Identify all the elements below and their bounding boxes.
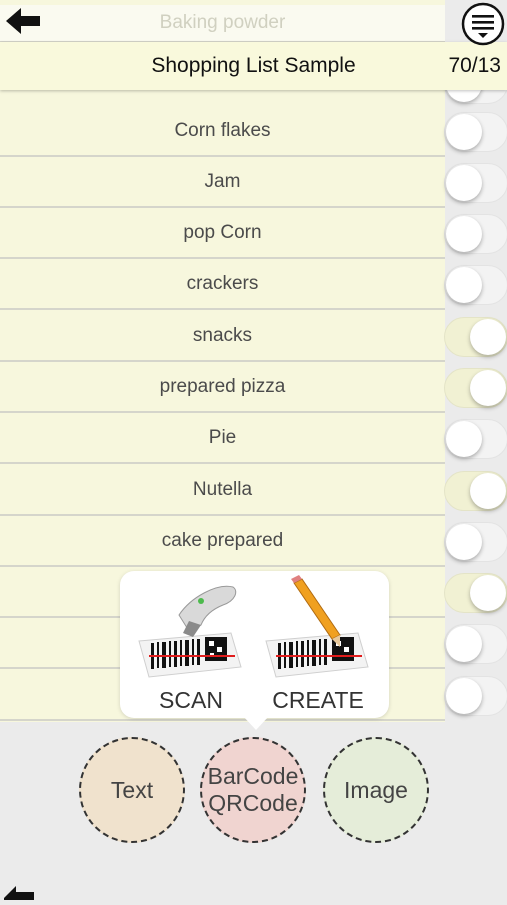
item-toggle[interactable] (444, 265, 507, 305)
barcode-scanner-icon (138, 585, 242, 678)
list-item-label: Pie (208, 427, 237, 448)
page-title: Shopping List Sample (151, 54, 356, 77)
toggle-knob (446, 626, 482, 662)
toggle-knob (470, 473, 506, 509)
add-barcode-label-line1: BarCode (207, 763, 299, 789)
toggle-knob (470, 370, 506, 406)
list-item[interactable]: Nutella (0, 466, 445, 516)
left-arrow-icon (6, 8, 40, 34)
toggle-knob (446, 216, 482, 252)
list-item-label: Corn flakes (174, 120, 271, 141)
toggle-knob (470, 319, 506, 355)
item-toggle[interactable] (444, 419, 507, 459)
list-item[interactable]: Corn flakes (0, 107, 445, 157)
item-toggle[interactable] (444, 676, 507, 716)
create-label: CREATE (272, 687, 364, 713)
item-toggle[interactable] (444, 163, 507, 203)
back-button[interactable] (4, 6, 42, 41)
item-toggle[interactable] (444, 522, 507, 562)
toggle-knob (446, 267, 482, 303)
list-item[interactable]: snacks (0, 312, 445, 362)
title-bar: Shopping List Sample 70/13 (0, 42, 507, 90)
list-item-partial[interactable]: Baking powder (0, 5, 445, 43)
list-item-label: pop Corn (183, 222, 262, 243)
list-item[interactable]: Jam (0, 158, 445, 208)
list-item[interactable]: prepared pizza (0, 363, 445, 413)
add-text-label: Text (110, 776, 154, 803)
toggle-knob (446, 678, 482, 714)
toggle-knob (446, 114, 482, 150)
add-barcode-button[interactable]: BarCode QRCode (200, 737, 306, 843)
item-toggle[interactable] (444, 624, 507, 664)
item-toggle[interactable] (444, 368, 507, 408)
list-item-label: Jam (204, 171, 241, 192)
item-counter: 70/13 (448, 54, 501, 77)
add-barcode-label-line2: QRCode (208, 790, 298, 816)
left-arrow-icon (4, 886, 34, 900)
list-item-label: Baking powder (159, 12, 286, 33)
list-item-label: prepared pizza (159, 376, 286, 397)
list-item-label: cake prepared (161, 530, 284, 551)
popup-pointer (243, 716, 269, 730)
item-toggle[interactable] (444, 471, 507, 511)
hamburger-menu-icon (461, 2, 505, 46)
list-item-label: snacks (192, 325, 253, 346)
toggle-knob (446, 421, 482, 457)
barcode-popup: SCAN CREATE (120, 571, 389, 718)
create-button[interactable]: CREATE (258, 575, 378, 715)
toggle-knob (446, 524, 482, 560)
list-item-label: crackers (186, 273, 259, 294)
item-toggle[interactable] (444, 573, 507, 613)
barcode-pencil-icon (265, 575, 369, 678)
bottom-back-button[interactable] (2, 884, 36, 905)
item-toggle[interactable] (444, 317, 507, 357)
scan-label: SCAN (159, 687, 223, 713)
list-item-label: Nutella (192, 479, 253, 500)
list-item[interactable]: Pie (0, 414, 445, 464)
list-item[interactable]: crackers (0, 260, 445, 310)
list-item[interactable]: cake prepared (0, 517, 445, 567)
toggle-knob (446, 165, 482, 201)
list-item[interactable]: pop Corn (0, 209, 445, 259)
add-text-button[interactable]: Text (79, 737, 185, 843)
item-toggle[interactable] (444, 214, 507, 254)
scan-button[interactable]: SCAN (131, 575, 251, 715)
item-toggle[interactable] (444, 112, 507, 152)
menu-button[interactable] (461, 2, 505, 51)
toggle-knob (470, 575, 506, 611)
add-image-label: Image (344, 776, 408, 803)
add-image-button[interactable]: Image (323, 737, 429, 843)
